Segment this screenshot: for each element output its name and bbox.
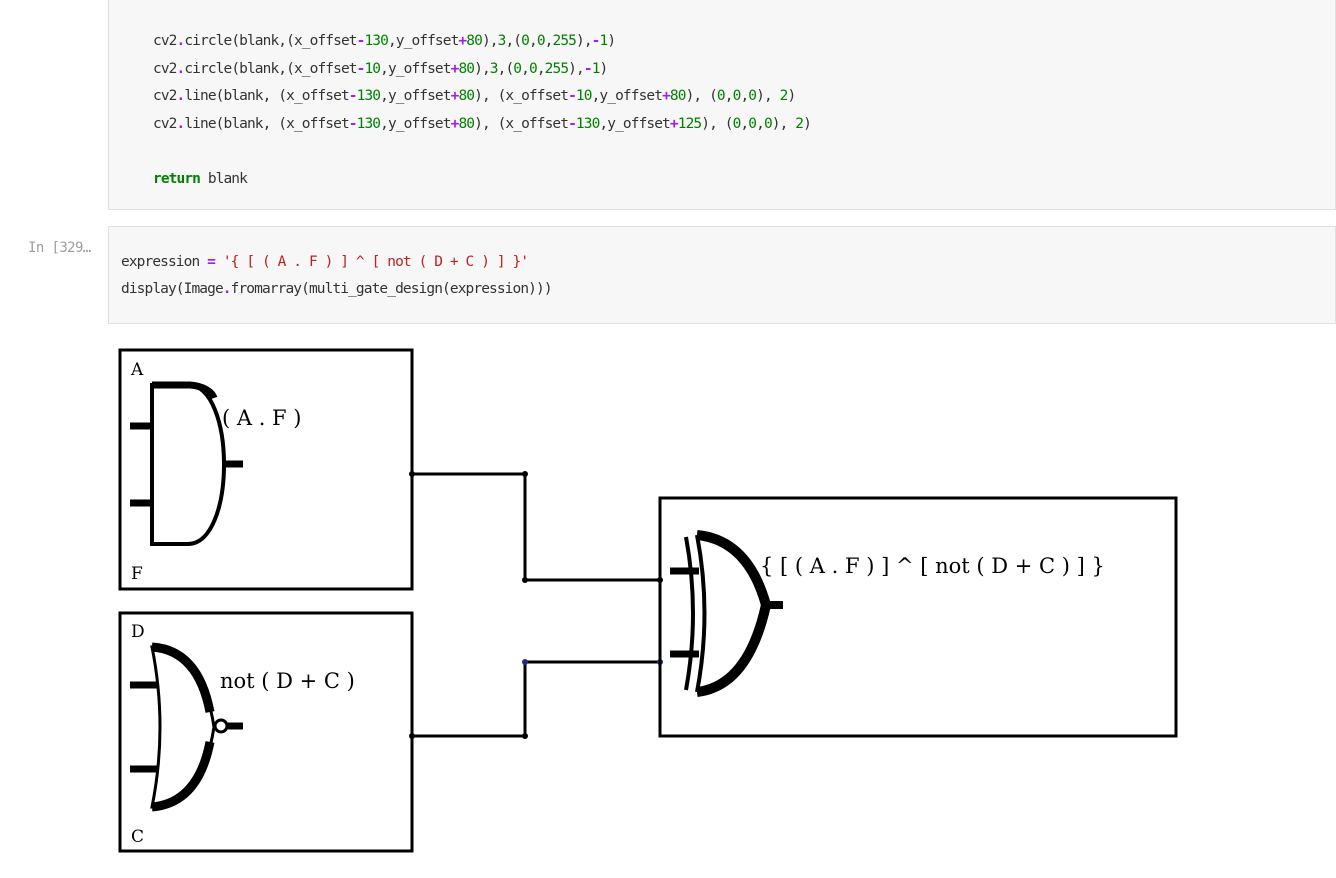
and-output-label: ( A . F ) bbox=[222, 406, 302, 430]
input-label-d: D bbox=[131, 622, 145, 642]
input-label-f: F bbox=[131, 564, 143, 584]
input-label-a: A bbox=[130, 360, 144, 380]
connection-wires bbox=[412, 472, 660, 738]
xor-block-frame bbox=[658, 496, 1178, 738]
gate-diagram-output: A F ( A . F ) D C not ( D + C ) {[(A … bbox=[118, 348, 1178, 853]
input-label-c: C bbox=[131, 827, 144, 847]
xor-output-label: { [ ( A . F ) ] ^ [ not ( D + C ) ] } bbox=[760, 554, 1105, 578]
nor-output-label: not ( D + C ) bbox=[220, 669, 355, 693]
wire-junctions bbox=[409, 471, 663, 739]
